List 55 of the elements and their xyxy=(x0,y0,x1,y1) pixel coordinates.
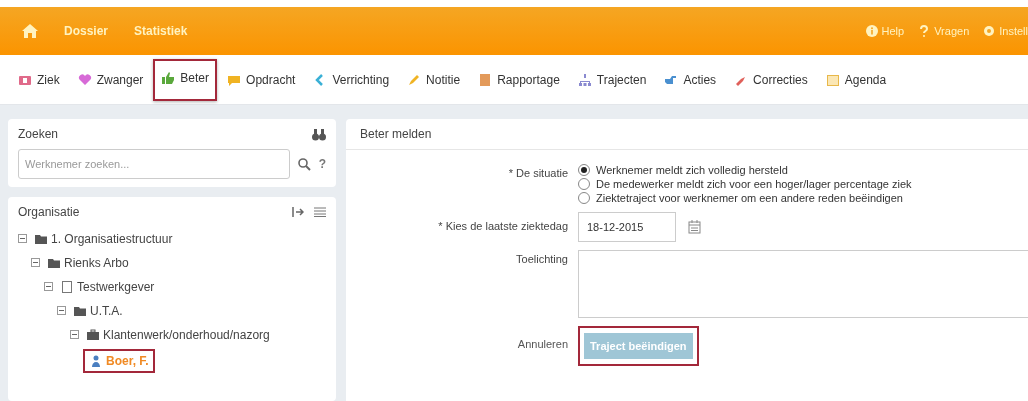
hierarchy-icon xyxy=(577,72,592,87)
collapse-toggle-icon[interactable] xyxy=(31,258,40,267)
radio-option[interactable]: Ziektetraject voor werknemer om een andere reden beëindigen xyxy=(578,192,1028,204)
folder-icon xyxy=(73,305,87,317)
person-icon xyxy=(89,355,103,367)
panel-title: Beter melden xyxy=(346,119,1028,150)
tree-item[interactable]: Rienks Arbo xyxy=(64,256,129,270)
toolbar-button[interactable]: Trajecten xyxy=(569,64,655,95)
arrow-to-bar-icon[interactable] xyxy=(292,207,304,217)
calendar-icon xyxy=(825,72,840,87)
document-icon xyxy=(478,72,493,87)
toolbar-button[interactable]: Verrichting xyxy=(305,64,398,95)
search-field[interactable]: Werknemer zoeken... xyxy=(18,149,290,179)
folder-icon xyxy=(47,257,61,269)
collapse-toggle-icon[interactable] xyxy=(44,282,53,291)
help-icon xyxy=(918,25,931,37)
toolbar-button[interactable]: Opdracht xyxy=(219,64,304,95)
thumbs-up-icon xyxy=(161,71,176,85)
toolbar-button[interactable]: Zwanger xyxy=(69,64,152,95)
tree-item[interactable]: 1. Organisatiestructuur xyxy=(51,232,173,246)
toolbar-button[interactable]: Notitie xyxy=(399,64,469,95)
panel-title: Organisatie xyxy=(18,205,80,219)
info-icon xyxy=(865,25,878,37)
collapse-toggle-icon[interactable] xyxy=(18,234,27,243)
field-label: * De situatie xyxy=(507,166,568,179)
tree-item[interactable]: Testwerkgever xyxy=(77,280,155,294)
list-icon[interactable] xyxy=(314,207,326,217)
search-icon[interactable] xyxy=(297,157,311,171)
page-icon xyxy=(60,281,74,293)
toolbar-button[interactable]: Correcties xyxy=(726,64,816,95)
calendar-icon[interactable] xyxy=(688,220,701,234)
collapse-toggle-icon[interactable] xyxy=(57,306,66,315)
date-field[interactable]: 18-12-2015 xyxy=(578,212,676,242)
pencil-icon xyxy=(407,72,422,87)
toolbar-button[interactable]: Rapportage xyxy=(470,64,568,95)
tree-item[interactable]: U.T.A. xyxy=(90,304,123,318)
binoculars-icon[interactable] xyxy=(312,127,326,141)
help-link[interactable]: ? xyxy=(318,157,326,171)
heart-icon xyxy=(77,72,92,87)
panel-title: Zoeken xyxy=(18,127,59,141)
cancel-link[interactable]: Annuleren xyxy=(346,326,568,350)
toolbar-button[interactable]: Beter xyxy=(153,59,218,101)
toolbar-button[interactable]: Ziek xyxy=(10,64,68,95)
comment-field[interactable] xyxy=(578,250,1028,318)
radio-option[interactable]: Werknemer meldt zich volledig hersteld xyxy=(578,164,1028,176)
settings-icon xyxy=(983,25,996,37)
field-label: * Kies de laatste ziektedag xyxy=(437,219,568,232)
field-label: Toelichting xyxy=(515,252,568,265)
folder-icon xyxy=(34,233,48,245)
collapse-toggle-icon[interactable] xyxy=(70,330,79,339)
briefcase-icon xyxy=(86,329,100,341)
radio-option[interactable]: De medewerker meldt zich voor een hoger/lager percentage ziek xyxy=(578,178,1028,190)
toolbar-button[interactable]: Agenda xyxy=(817,64,895,95)
toolbar-button[interactable]: Acties xyxy=(656,64,725,95)
tree-item[interactable]: Klantenwerk/onderhoud/nazorg xyxy=(103,328,270,342)
